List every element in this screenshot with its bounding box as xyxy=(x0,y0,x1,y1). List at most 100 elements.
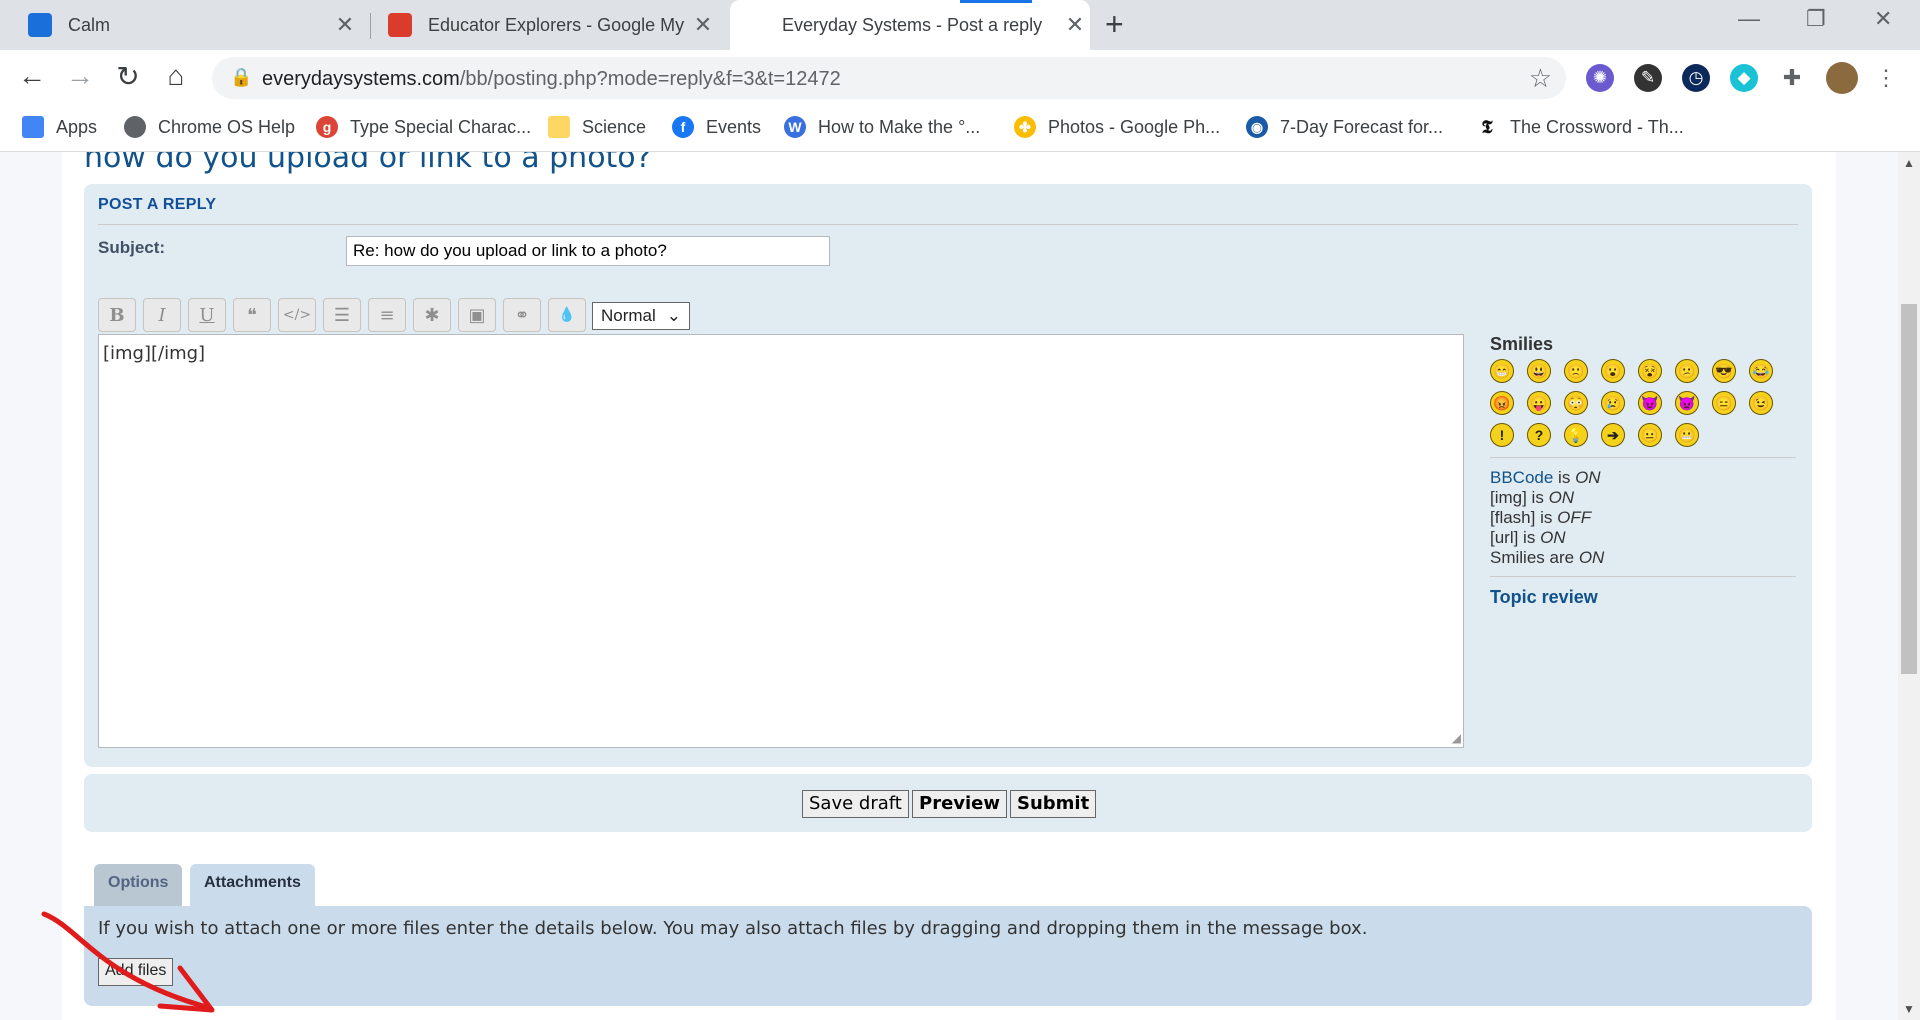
tab-options[interactable]: Options xyxy=(94,864,183,906)
list-button[interactable]: ☰ xyxy=(323,298,361,332)
bold-button[interactable]: B xyxy=(98,298,136,332)
status-value: ON xyxy=(1540,528,1566,547)
smiley-icon[interactable]: 😬 xyxy=(1675,423,1699,447)
smiley-icon[interactable]: ➔ xyxy=(1601,423,1625,447)
message-textarea[interactable]: [img][/img] ◢ xyxy=(98,334,1464,748)
puzzle-ext-icon[interactable]: ✺ xyxy=(1586,64,1614,92)
tab-title: Calm xyxy=(68,14,111,35)
smiley-icon[interactable]: 😎 xyxy=(1712,359,1736,383)
url-text[interactable]: everydaysystems.com/bb/posting.php?mode=… xyxy=(262,68,841,91)
status-label: [url] is xyxy=(1490,528,1541,547)
tab-close-icon[interactable]: ✕ xyxy=(688,12,718,38)
topic-review-link[interactable]: Topic review xyxy=(1490,587,1796,608)
drop-ext-icon[interactable]: ◆ xyxy=(1730,64,1758,92)
tab-educator-explorers[interactable]: Educator Explorers - Google My Maps ✕ xyxy=(388,0,718,50)
save-draft-button[interactable]: Save draft xyxy=(802,790,909,818)
smiley-icon[interactable]: 😐 xyxy=(1638,423,1662,447)
smiley-icon[interactable]: 🙁 xyxy=(1564,359,1588,383)
underline-button[interactable]: U xyxy=(188,298,226,332)
bookmark-label: Apps xyxy=(56,116,98,137)
preview-button[interactable]: Preview xyxy=(912,790,1008,818)
quote-button[interactable]: ❝ xyxy=(233,298,271,332)
clock-ext-icon[interactable]: ◷ xyxy=(1682,64,1710,92)
bbcode-status: BBCode is ON xyxy=(1490,468,1796,488)
bookmark-star-icon[interactable]: ☆ xyxy=(1529,63,1552,94)
minimize-button[interactable]: — xyxy=(1738,6,1760,32)
forum-wrap: how do you upload or link to a photo? PO… xyxy=(62,152,1836,1020)
folder-icon xyxy=(548,116,570,138)
smiley-icon[interactable]: 😳 xyxy=(1564,391,1588,415)
font-size-select[interactable]: Normal ⌄ xyxy=(592,302,690,330)
pen-ext-icon[interactable]: ✎ xyxy=(1634,64,1662,92)
smiley-icon[interactable]: 😁 xyxy=(1490,359,1514,383)
code-button[interactable]: </> xyxy=(278,298,316,332)
smiley-icon[interactable]: 😈 xyxy=(1638,391,1662,415)
scrollbar-thumb[interactable] xyxy=(1901,304,1917,674)
w-icon: W xyxy=(784,116,806,138)
smiley-icon[interactable]: 😉 xyxy=(1749,391,1773,415)
profile-avatar[interactable] xyxy=(1826,62,1858,94)
tab-close-icon[interactable]: ✕ xyxy=(330,12,360,38)
subject-input[interactable] xyxy=(346,236,830,266)
attachments-panel: If you wish to attach one or more files … xyxy=(84,906,1812,1006)
extensions-puzzle-icon[interactable]: ✚ xyxy=(1778,64,1806,92)
back-button[interactable]: ← xyxy=(14,60,50,92)
forward-button[interactable]: → xyxy=(62,60,98,92)
smiley-icon[interactable]: 😵 xyxy=(1638,359,1662,383)
tab-close-icon[interactable]: ✕ xyxy=(1060,12,1090,38)
smiley-icon[interactable]: 😡 xyxy=(1490,391,1514,415)
divider xyxy=(98,224,1798,225)
smiley-icon[interactable]: 😛 xyxy=(1527,391,1551,415)
tab-attachments[interactable]: Attachments xyxy=(190,864,315,906)
smiley-icon[interactable]: 💡 xyxy=(1564,423,1588,447)
bookmark-science[interactable]: Science xyxy=(548,116,646,138)
page-scrollbar[interactable]: ▲ ▼ xyxy=(1898,152,1920,1020)
numbered-list-button[interactable]: ≡ xyxy=(368,298,406,332)
new-tab-button[interactable]: + xyxy=(1105,6,1124,43)
smiley-icon[interactable]: ! xyxy=(1490,423,1514,447)
color-button[interactable]: 💧 xyxy=(548,298,586,332)
reload-button[interactable]: ↻ xyxy=(110,60,146,93)
bookmark-label: Chrome OS Help xyxy=(158,116,296,137)
close-window-button[interactable]: ✕ xyxy=(1874,6,1892,32)
bookmark-photos[interactable]: ✤ Photos - Google Ph... xyxy=(1014,116,1220,138)
smiley-icon[interactable]: 😃 xyxy=(1527,359,1551,383)
bookmark-label: Type Special Charac... xyxy=(350,116,532,137)
smiley-icon[interactable]: 😮 xyxy=(1601,359,1625,383)
bookmark-how-to-make[interactable]: W How to Make the °... xyxy=(784,116,980,138)
tab-calm[interactable]: Calm ✕ xyxy=(28,0,360,50)
message-text: [img][/img] xyxy=(103,343,206,364)
submit-button[interactable]: Submit xyxy=(1010,790,1097,818)
menu-kebab-icon[interactable]: ⋮ xyxy=(1872,64,1900,92)
tab-title: Everyday Systems - Post a reply xyxy=(782,14,1043,35)
image-button[interactable]: ▣ xyxy=(458,298,496,332)
tab-everyday-systems[interactable]: Everyday Systems - Post a reply ✕ xyxy=(730,0,1090,50)
smiley-icon[interactable]: 😢 xyxy=(1601,391,1625,415)
lock-icon[interactable]: 🔒 xyxy=(230,67,252,88)
bookmark-crossword[interactable]: 𝕿 The Crossword - Th... xyxy=(1476,116,1684,138)
scroll-up-arrow-icon[interactable]: ▲ xyxy=(1903,156,1915,170)
scroll-down-arrow-icon[interactable]: ▼ xyxy=(1903,1002,1915,1016)
smiley-icon[interactable]: 👿 xyxy=(1675,391,1699,415)
link-button[interactable]: ⚭ xyxy=(503,298,541,332)
smiley-icon[interactable]: 😑 xyxy=(1712,391,1736,415)
smiley-icon[interactable]: ? xyxy=(1527,423,1551,447)
italic-button[interactable]: I xyxy=(143,298,181,332)
list-item-button[interactable]: ✱ xyxy=(413,298,451,332)
bookmark-type-special[interactable]: g Type Special Charac... xyxy=(316,116,531,138)
bookmark-apps[interactable]: Apps xyxy=(22,116,97,138)
resize-grip-icon[interactable]: ◢ xyxy=(1452,731,1461,745)
topic-heading[interactable]: how do you upload or link to a photo? xyxy=(84,152,652,175)
bbcode-link[interactable]: BBCode xyxy=(1490,468,1553,487)
smiley-icon[interactable]: 😂 xyxy=(1749,359,1773,383)
bookmark-events[interactable]: f Events xyxy=(672,116,761,138)
tab-separator xyxy=(370,13,371,39)
bookmark-chrome-os-help[interactable]: Chrome OS Help xyxy=(124,116,295,138)
restore-button[interactable]: ❐ xyxy=(1806,6,1826,32)
status-label: [flash] is xyxy=(1490,508,1558,527)
bookmark-forecast[interactable]: ◉ 7-Day Forecast for... xyxy=(1246,116,1443,138)
address-bar[interactable]: 🔒 everydaysystems.com/bb/posting.php?mod… xyxy=(212,57,1566,99)
photos-pinwheel-icon: ✤ xyxy=(1014,116,1036,138)
smiley-icon[interactable]: 😕 xyxy=(1675,359,1699,383)
home-button[interactable]: ⌂ xyxy=(158,60,194,92)
